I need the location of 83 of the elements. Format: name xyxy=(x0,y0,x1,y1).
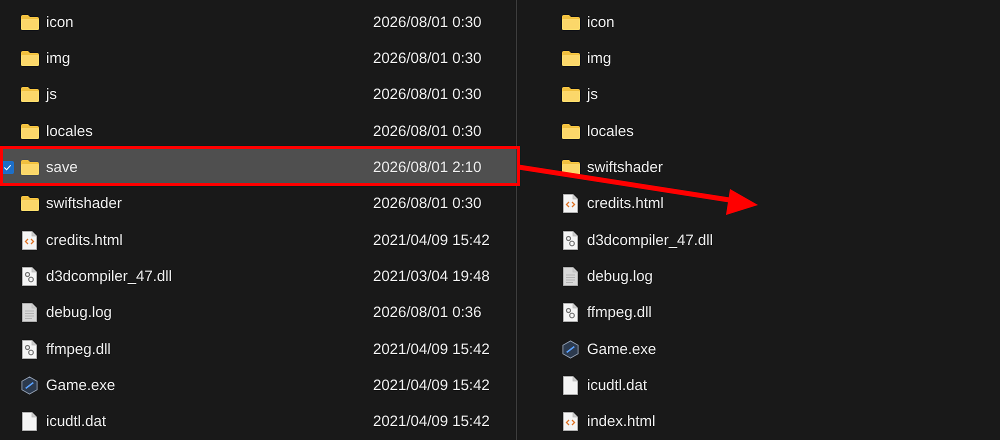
code-file-icon xyxy=(22,230,37,250)
modified-date: 2026/08/01 0:36 xyxy=(373,304,482,322)
file-name: Game.exe xyxy=(46,377,116,394)
file-row[interactable]: d3dcompiler_47.dll 2021/03/04 19:48 xyxy=(0,258,516,295)
file-name: d3dcompiler_47.dll xyxy=(46,268,173,286)
text-file-icon xyxy=(563,267,578,286)
file-name: icon xyxy=(587,14,616,31)
file-name: swiftshader xyxy=(587,159,664,176)
file-row[interactable]: js xyxy=(561,76,1000,114)
file-row[interactable]: ffmpeg.dll xyxy=(561,294,1000,332)
file-row[interactable]: credits.html 2021/04/09 15:42 xyxy=(0,222,516,258)
file-row[interactable]: swiftshader 2026/08/01 0:30 xyxy=(0,186,516,222)
file-name: d3dcompiler_47.dll xyxy=(587,232,714,249)
folder-icon xyxy=(20,14,38,30)
file-name: index.html xyxy=(587,413,656,430)
file-row[interactable]: locales 2026/08/01 0:30 xyxy=(0,113,516,150)
file-row[interactable]: save 2026/08/01 2:10 xyxy=(0,149,516,186)
folder-icon xyxy=(20,196,38,212)
gear-file-icon xyxy=(22,267,37,286)
file-row[interactable]: debug.log xyxy=(561,258,1000,295)
file-name: js xyxy=(46,86,58,104)
file-row[interactable]: Game.exe xyxy=(561,331,1000,368)
file-row[interactable]: swiftshader xyxy=(561,149,1000,186)
code-file-icon xyxy=(563,412,578,432)
gear-file-icon xyxy=(563,230,578,250)
file-row[interactable]: img xyxy=(561,40,1000,77)
file-name: img xyxy=(587,50,612,68)
file-row[interactable]: Game.exe 2021/04/09 15:42 xyxy=(0,367,516,404)
file-name: locales xyxy=(587,122,635,140)
folder-icon xyxy=(562,51,580,66)
file-name: debug.log xyxy=(46,304,113,322)
file-row[interactable]: img 2026/08/01 0:30 xyxy=(0,40,516,77)
file-name: img xyxy=(46,50,72,68)
modified-date: 2026/08/01 0:30 xyxy=(373,195,482,212)
file-row[interactable]: locales xyxy=(561,113,1000,150)
modified-date: 2021/03/04 19:48 xyxy=(373,268,491,286)
folder-icon xyxy=(20,160,38,176)
modified-date: 2021/04/09 15:42 xyxy=(373,377,491,394)
file-row[interactable]: index.html xyxy=(561,404,1000,440)
modified-date: 2026/08/01 0:30 xyxy=(373,86,482,104)
folder-icon xyxy=(20,87,38,102)
folder-icon xyxy=(20,51,38,66)
file-name: locales xyxy=(46,122,94,140)
code-file-icon xyxy=(563,194,578,214)
file-row[interactable]: js 2026/08/01 0:30 xyxy=(0,76,516,114)
file-name: icudtl.dat xyxy=(46,413,108,430)
file-row[interactable]: icudtl.dat 2021/04/09 15:42 xyxy=(0,404,516,440)
hexagon-icon xyxy=(20,376,39,396)
file-row[interactable]: credits.html xyxy=(561,186,1000,222)
text-file-icon xyxy=(22,303,37,322)
gear-file-icon xyxy=(563,303,578,322)
file-name: ffmpeg.dll xyxy=(587,304,653,322)
modified-date: 2021/04/09 15:42 xyxy=(373,413,491,430)
folder-icon xyxy=(562,87,580,102)
file-name: save xyxy=(46,159,79,176)
file-name: icon xyxy=(46,14,75,31)
gear-file-icon xyxy=(22,340,37,359)
file-name: js xyxy=(587,86,599,104)
folder-icon xyxy=(562,124,580,139)
folder-icon xyxy=(562,14,580,30)
file-name: Game.exe xyxy=(587,340,658,358)
file-name: icudtl.dat xyxy=(587,377,648,394)
file-icon xyxy=(563,376,578,396)
file-name: credits.html xyxy=(587,195,665,212)
modified-date: 2026/08/01 0:30 xyxy=(373,50,482,68)
file-row[interactable]: debug.log 2026/08/01 0:36 xyxy=(0,294,516,332)
modified-date: 2026/08/01 0:30 xyxy=(373,122,482,140)
modified-date: 2021/04/09 15:42 xyxy=(373,232,491,249)
modified-date: 2021/04/09 15:42 xyxy=(373,340,491,358)
modified-date: 2026/08/01 0:30 xyxy=(373,14,482,31)
file-row[interactable]: icon xyxy=(561,4,1000,40)
file-name: credits.html xyxy=(46,232,124,249)
file-row[interactable]: icon 2026/08/01 0:30 xyxy=(0,4,516,40)
file-row[interactable]: ffmpeg.dll 2021/04/09 15:42 xyxy=(0,331,516,368)
hexagon-icon xyxy=(561,340,580,359)
modified-date: 2026/08/01 2:10 xyxy=(373,159,482,176)
file-name: ffmpeg.dll xyxy=(46,340,112,358)
file-row[interactable]: d3dcompiler_47.dll xyxy=(561,222,1000,258)
file-name: swiftshader xyxy=(46,195,123,212)
file-row[interactable]: icudtl.dat xyxy=(561,367,1000,404)
folder-icon xyxy=(20,124,38,139)
file-icon xyxy=(22,412,37,432)
file-name: debug.log xyxy=(587,268,654,286)
